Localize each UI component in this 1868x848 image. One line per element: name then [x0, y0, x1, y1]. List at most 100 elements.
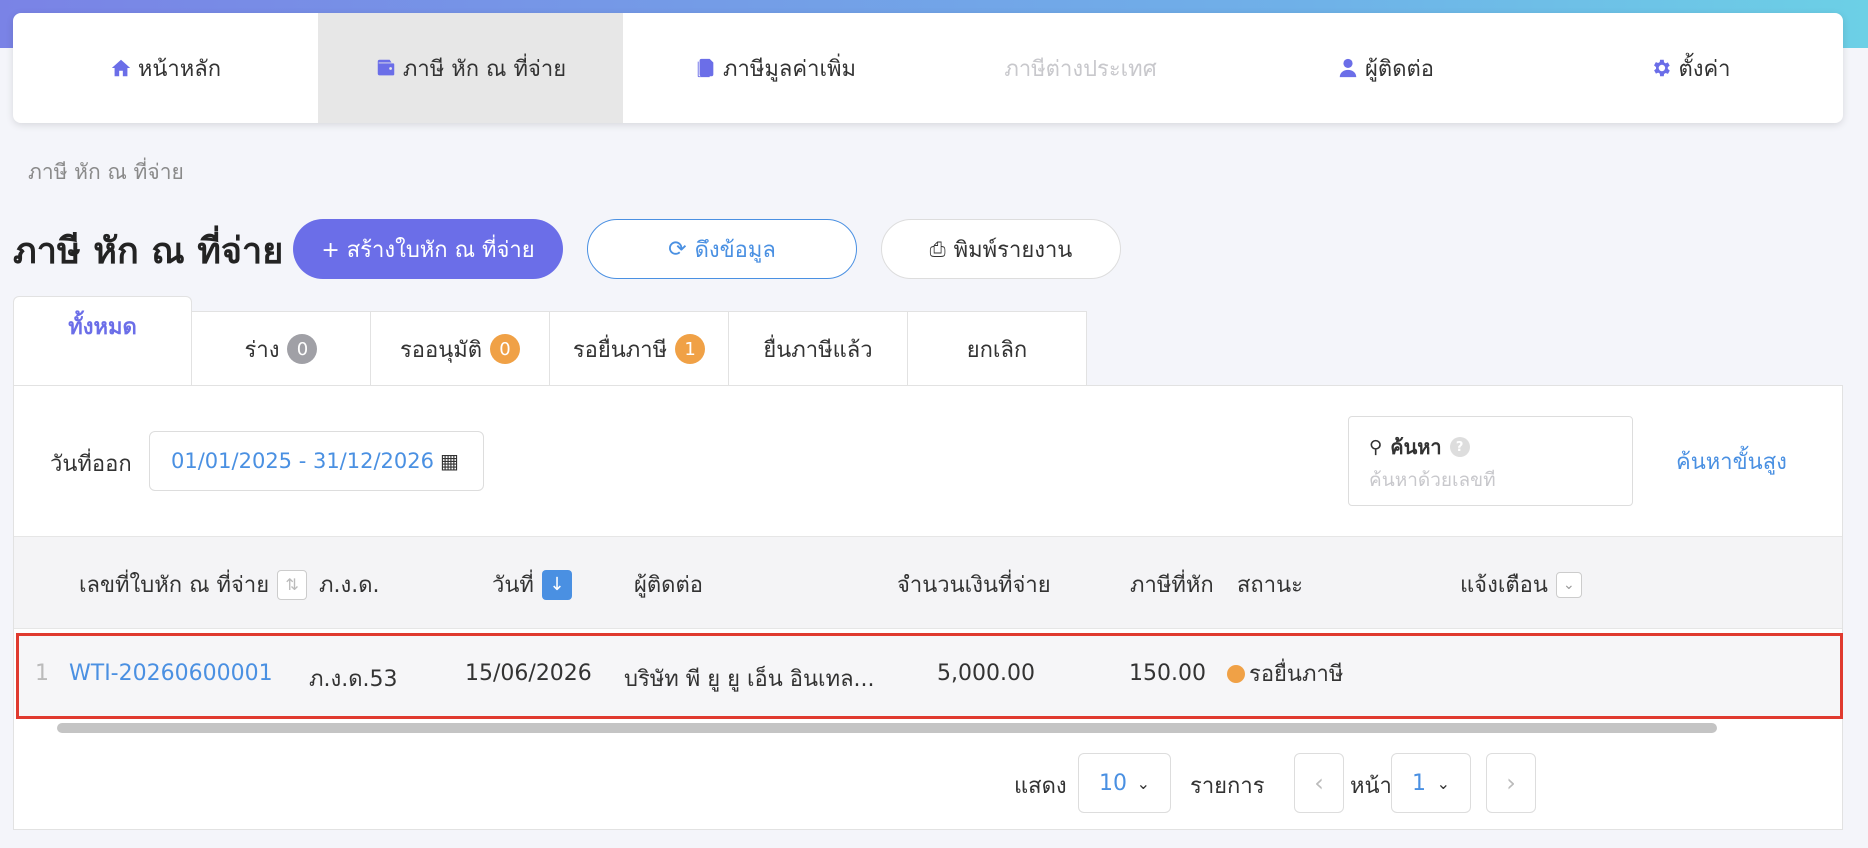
count-badge: 0: [287, 334, 318, 364]
home-icon: [111, 59, 131, 77]
search-label: ค้นหา: [1390, 435, 1442, 459]
wallet-icon: [377, 59, 395, 76]
nav-item-withholding-tax[interactable]: ภาษี หัก ณ ที่จ่าย: [318, 13, 623, 123]
tab-filed[interactable]: ยื่นภาษีแล้ว: [729, 311, 908, 386]
nav-item-label: ผู้ติดต่อ: [1365, 56, 1434, 82]
nav-item-foreign-tax[interactable]: ภาษีต่างประเทศ: [928, 13, 1233, 123]
chevron-down-icon: ⌄: [1436, 773, 1450, 793]
document-icon: [697, 58, 714, 78]
tab-label: ยื่นภาษีแล้ว: [763, 337, 873, 363]
col-label: ภ.ง.ด.: [319, 573, 380, 598]
col-tax: ภาษีที่หัก: [1130, 567, 1214, 602]
sort-icon[interactable]: ⇅: [277, 569, 308, 600]
nav-item-vat[interactable]: ภาษีมูลค่าเพิ่ม: [623, 13, 928, 123]
date-filter-label: วันที่ออก: [50, 452, 132, 477]
calendar-icon: ▦: [440, 449, 459, 473]
count-badge: 1: [675, 334, 706, 364]
refresh-icon: ⟳: [668, 236, 687, 262]
tab-cancelled[interactable]: ยกเลิก: [908, 311, 1087, 386]
tab-label: ร่าง: [244, 337, 280, 363]
list-panel: วันที่ออก 01/01/2025 - 31/12/2026 ▦ ⚲ ค้…: [13, 385, 1843, 830]
search-box: ⚲ ค้นหา ?: [1348, 416, 1633, 506]
nav-item-settings[interactable]: ตั้งค่า: [1538, 13, 1843, 123]
show-label: แสดง: [1014, 774, 1067, 799]
page-label: หน้า: [1350, 774, 1392, 799]
status-tabs: ทั้งหมด ร่าง 0 รออนุมัติ 0 รอยื่นภาษี 1 …: [13, 296, 1087, 386]
printer-icon: ⎙: [929, 237, 946, 261]
col-label: ภาษีที่หัก: [1130, 573, 1214, 598]
nav-item-home[interactable]: หน้าหลัก: [13, 13, 318, 123]
col-label: จำนวนเงินที่จ่าย: [897, 573, 1051, 598]
date-range-value: 01/01/2025 - 31/12/2026: [171, 449, 435, 473]
items-label: รายการ: [1190, 774, 1265, 799]
search-input[interactable]: [1369, 469, 1609, 491]
chevron-left-icon: ‹: [1314, 769, 1324, 797]
prev-page-button[interactable]: ‹: [1294, 753, 1344, 813]
col-form: ภ.ง.ด.: [319, 567, 380, 602]
col-date[interactable]: วันที่ ↓: [492, 567, 572, 602]
chevron-down-icon[interactable]: ⌄: [1555, 571, 1582, 598]
form-cell: ภ.ง.ด.53: [309, 667, 398, 692]
nav-item-label: หน้าหลัก: [137, 56, 222, 82]
date-cell: 15/06/2026: [465, 661, 592, 686]
nav-item-contacts[interactable]: ผู้ติดต่อ: [1233, 13, 1538, 123]
page-value: 1: [1412, 770, 1426, 796]
tax-cell: 150.00: [1129, 661, 1206, 686]
main-navbar: หน้าหลัก ภาษี หัก ณ ที่จ่าย ภาษีมูลค่าเพ…: [13, 13, 1843, 123]
contact-cell: บริษัท พี ยู ยู เอ็น อินเทล...: [624, 667, 875, 692]
breadcrumb: ภาษี หัก ณ ที่จ่าย: [28, 160, 184, 184]
tab-label: รอยื่นภาษี: [572, 337, 668, 363]
col-label: แจ้งเตือน: [1460, 573, 1548, 598]
fetch-button-label: ดึงข้อมูล: [694, 237, 776, 263]
tab-label: ยกเลิก: [966, 337, 1028, 363]
page-select[interactable]: 1 ⌄: [1391, 753, 1471, 813]
col-label: ผู้ติดต่อ: [634, 573, 703, 598]
tab-pending-approval[interactable]: รออนุมัติ 0: [371, 311, 550, 386]
col-amount: จำนวนเงินที่จ่าย: [897, 567, 1051, 602]
status-dot-icon: [1227, 665, 1245, 683]
nav-item-label: ตั้งค่า: [1678, 56, 1731, 82]
row-index: 1: [35, 661, 49, 686]
next-page-button[interactable]: ›: [1486, 753, 1536, 813]
col-label: วันที่: [492, 573, 534, 598]
help-icon[interactable]: ?: [1449, 437, 1470, 457]
page-size-select[interactable]: 10 ⌄: [1078, 753, 1171, 813]
col-label: เลขที่ใบหัก ณ ที่จ่าย: [79, 573, 270, 598]
nav-item-label: ภาษี หัก ณ ที่จ่าย: [402, 56, 567, 82]
search-icon: ⚲: [1369, 436, 1383, 458]
table-header: เลขที่ใบหัก ณ ที่จ่าย ⇅ ภ.ง.ด. วันที่ ↓ …: [14, 536, 1842, 629]
fetch-data-button[interactable]: ⟳ ดึงข้อมูล: [587, 219, 857, 279]
print-button-label: พิมพ์รายงาน: [953, 237, 1073, 263]
sort-desc-icon[interactable]: ↓: [541, 569, 572, 600]
col-doc-no[interactable]: เลขที่ใบหัก ณ ที่จ่าย ⇅: [79, 567, 308, 602]
print-report-button[interactable]: ⎙ พิมพ์รายงาน: [881, 219, 1121, 279]
nav-item-label: ภาษีต่างประเทศ: [1004, 56, 1157, 82]
tab-label: รออนุมัติ: [399, 337, 483, 363]
page-size-value: 10: [1099, 770, 1127, 796]
tab-all[interactable]: ทั้งหมด: [13, 296, 192, 386]
tab-pending-filing[interactable]: รอยื่นภาษี 1: [550, 311, 729, 386]
create-withholding-button[interactable]: + สร้างใบหัก ณ ที่จ่าย: [293, 219, 563, 279]
col-contact: ผู้ติดต่อ: [634, 567, 703, 602]
horizontal-scrollbar[interactable]: [57, 723, 1717, 733]
col-status: สถานะ: [1237, 567, 1303, 602]
search-title: ⚲ ค้นหา ?: [1369, 431, 1612, 463]
nav-item-label: ภาษีมูลค่าเพิ่ม: [723, 56, 856, 82]
doc-no-link[interactable]: WTI-20260600001: [69, 661, 273, 686]
chevron-right-icon: ›: [1506, 769, 1516, 797]
status-badge: รอยื่นภาษี: [1227, 656, 1343, 691]
table-row[interactable]: 1 WTI-20260600001 ภ.ง.ด.53 15/06/2026 บร…: [16, 633, 1843, 719]
amount-cell: 5,000.00: [937, 661, 1035, 686]
user-icon: [1339, 58, 1357, 78]
chevron-down-icon: ⌄: [1136, 773, 1150, 793]
date-range-picker[interactable]: 01/01/2025 - 31/12/2026 ▦: [149, 431, 484, 491]
advanced-search-link[interactable]: ค้นหาขั้นสูง: [1676, 444, 1787, 479]
count-badge: 0: [490, 334, 521, 364]
page-title: ภาษี หัก ณ ที่จ่าย: [13, 231, 284, 272]
gear-icon: [1654, 59, 1671, 77]
col-label: สถานะ: [1237, 573, 1303, 598]
col-notify[interactable]: แจ้งเตือน ⌄: [1460, 567, 1582, 602]
tab-draft[interactable]: ร่าง 0: [192, 311, 371, 386]
status-label: รอยื่นภาษี: [1249, 662, 1344, 687]
create-button-label: + สร้างใบหัก ณ ที่จ่าย: [321, 237, 535, 263]
